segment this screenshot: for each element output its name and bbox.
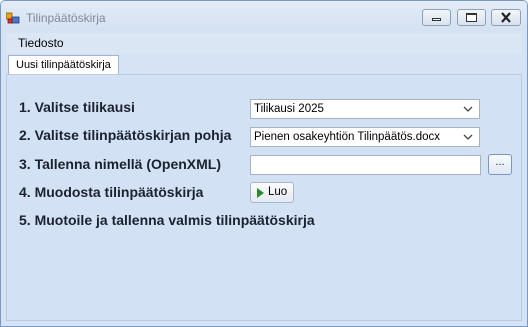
title-bar[interactable]: Tilinpäätöskirja (1, 1, 527, 31)
template-value: Pienen osakeyhtiön Tilinpäätös.docx (254, 131, 441, 143)
step-4-label: 4. Muodosta tilinpäätöskirja (19, 184, 204, 200)
save-as-input[interactable] (250, 155, 481, 175)
step-2-label: 2. Valitse tilinpäätöskirjan pohja (19, 127, 232, 143)
menu-bar: Tiedosto (6, 33, 522, 53)
step-3-label: 3. Tallenna nimellä (OpenXML) (19, 156, 221, 172)
fiscal-period-value: Tilikausi 2025 (254, 103, 324, 115)
maximize-icon (466, 13, 477, 22)
maximize-button[interactable] (457, 9, 486, 26)
main-window: Tilinpäätöskirja Tiedosto Uusi tilinpäät… (0, 0, 528, 327)
step-1-label: 1. Valitse tilikausi (19, 99, 135, 115)
minimize-button[interactable] (422, 9, 451, 26)
window-title: Tilinpäätöskirja (26, 11, 106, 25)
create-button[interactable]: Luo (250, 182, 294, 203)
close-icon (500, 11, 512, 29)
step-5-label: 5. Muotoile ja tallenna valmis tilinpäät… (19, 212, 315, 228)
template-select[interactable]: Pienen osakeyhtiön Tilinpäätös.docx (250, 127, 480, 147)
chevron-down-icon (463, 101, 473, 124)
play-icon (257, 188, 264, 198)
tab-panel: 1. Valitse tilikausi Tilikausi 2025 2. V… (6, 74, 522, 321)
minimize-icon (432, 18, 441, 21)
tab-strip: Uusi tilinpäätöskirja (6, 53, 522, 75)
app-icon (5, 11, 20, 24)
close-button[interactable] (491, 9, 521, 26)
menu-tiedosto[interactable]: Tiedosto (18, 36, 64, 50)
create-button-label: Luo (268, 186, 288, 198)
tab-uusi-tilinpaatoskirja[interactable]: Uusi tilinpäätöskirja (8, 55, 119, 75)
chevron-down-icon (463, 129, 473, 152)
fiscal-period-select[interactable]: Tilikausi 2025 (250, 99, 480, 119)
browse-button[interactable]: ... (488, 154, 512, 175)
